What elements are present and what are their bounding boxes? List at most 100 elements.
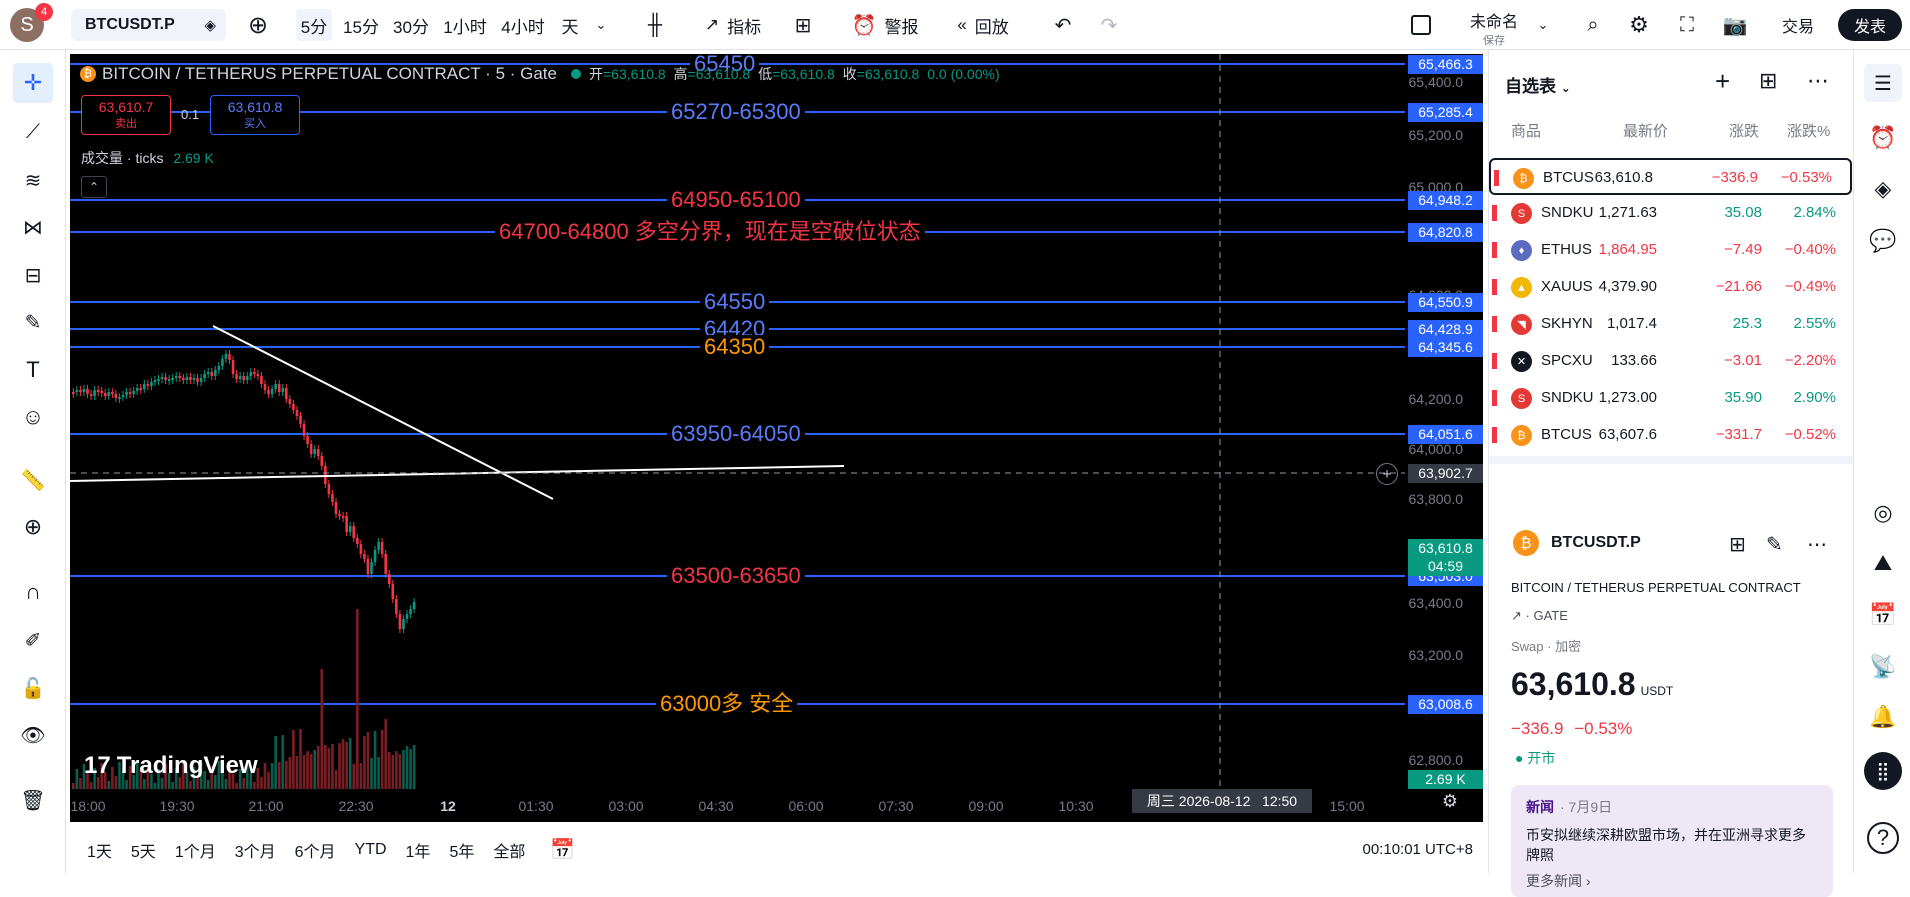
layout-box-icon[interactable]	[1408, 9, 1434, 41]
chat-bubble-icon[interactable]: 💬	[1864, 222, 1902, 260]
trade-button[interactable]: 交易	[1772, 9, 1824, 41]
advanced-view-icon[interactable]: ⊞	[1759, 68, 1777, 94]
row-flag-icon[interactable]	[1494, 170, 1499, 186]
row-flag-icon[interactable]	[1492, 316, 1497, 332]
news-card[interactable]: 新闻 · 7月9日 币安拟继续深耕欧盟市场，并在亚洲寻求更多牌照 更多新闻 ›	[1511, 785, 1833, 897]
interval-30m[interactable]: 30分	[389, 9, 433, 41]
watchlist-row[interactable]: S SNDKU 1,273.00 35.90 2.90%	[1489, 380, 1854, 417]
pattern-xabcd-icon[interactable]: ⋈	[13, 207, 53, 247]
crosshair-cursor-icon[interactable]: ✛	[13, 63, 53, 103]
trend-line-icon[interactable]: ⟋	[13, 112, 53, 152]
level-label[interactable]: 63950-64050	[667, 422, 805, 446]
row-flag-icon[interactable]	[1492, 242, 1497, 258]
notifications-bell-icon[interactable]: 🔔	[1864, 698, 1902, 736]
col-last[interactable]: 最新价	[1623, 120, 1668, 141]
goto-date-calendar-icon[interactable]: 📅	[550, 837, 575, 862]
add-symbol-plus-icon[interactable]: +	[1715, 66, 1730, 97]
screener-target-icon[interactable]: ◎	[1864, 494, 1902, 532]
brush-icon[interactable]: ✎	[13, 302, 53, 342]
col-change-pct[interactable]: 涨跌%	[1787, 120, 1830, 141]
level-label[interactable]: 63000多 安全	[656, 692, 798, 716]
ruler-measure-icon[interactable]: 📏	[13, 460, 53, 500]
fullscreen-icon[interactable]: ⛶	[1672, 9, 1702, 41]
forecast-tool-icon[interactable]: ⊟	[13, 255, 53, 295]
watchlist-title-button[interactable]: 自选表 ⌄	[1505, 72, 1571, 97]
buy-button[interactable]: 63,610.8 买入	[210, 95, 300, 135]
news-headline[interactable]: 币安拟继续深耕欧盟市场，并在亚洲寻求更多牌照	[1526, 825, 1818, 865]
volume-legend[interactable]: 成交量 · ticks 2.69 K	[81, 148, 214, 168]
fib-channel-icon[interactable]: ≋	[13, 160, 53, 200]
level-label[interactable]: 64550	[700, 290, 770, 314]
interval-1h[interactable]: 1小时	[440, 9, 490, 41]
zoom-in-icon[interactable]: ⊕	[13, 507, 53, 547]
publish-button[interactable]: 发表	[1838, 9, 1902, 41]
watchlist-row[interactable]: S SNDKU 1,271.63 35.08 2.84%	[1489, 195, 1854, 232]
details-symbol[interactable]: BTCUSDT.P	[1551, 534, 1641, 552]
compare-add-icon[interactable]: ⊕	[244, 9, 272, 41]
interval-4h[interactable]: 4小时	[497, 9, 549, 41]
products-apps-grid-icon[interactable]: ⣿	[1864, 752, 1902, 790]
magnet-icon[interactable]: ∩	[13, 572, 53, 612]
stay-drawing-pencil-icon[interactable]: ✐	[13, 620, 53, 660]
hide-drawings-eye-icon[interactable]: 👁	[13, 715, 53, 755]
watchlist-row[interactable]: ₿ BTCUS 63,607.6 −331.7 −0.52%	[1489, 417, 1854, 454]
alert-button[interactable]: ⏰ 警报	[848, 9, 922, 41]
sell-button[interactable]: 63,610.7 卖出	[81, 95, 171, 135]
more-news-link[interactable]: 更多新闻 ›	[1526, 871, 1818, 891]
range-1m[interactable]: 1个月	[175, 838, 216, 862]
settings-gear-icon[interactable]: ⚙	[1624, 9, 1654, 41]
range-1y[interactable]: 1年	[406, 838, 431, 862]
watchlist-row[interactable]: ₿ BTCUS 63,610.8 −336.9 −0.53%	[1489, 158, 1852, 195]
level-label[interactable]: 64350	[700, 335, 770, 359]
chart-settings-gear-icon[interactable]: ⚙	[1442, 791, 1458, 812]
level-label[interactable]: 63500-63650	[667, 564, 805, 588]
row-flag-icon[interactable]	[1492, 390, 1497, 406]
details-edit-icon[interactable]: ✎	[1766, 532, 1783, 557]
emoji-icon[interactable]: ☺	[13, 397, 53, 437]
level-label[interactable]: 64700-64800 多空分界，现在是空破位状态	[495, 220, 925, 244]
templates-grid-icon[interactable]: ⊞	[788, 9, 818, 41]
snapshot-camera-icon[interactable]: 📷	[1720, 9, 1750, 41]
alerts-clock-icon[interactable]: ⏰	[1864, 119, 1902, 157]
watchlist-row[interactable]: ✕ SPCXU 133.66 −3.01 −2.20%	[1489, 343, 1854, 380]
watchlist-row[interactable]: ♦ ETHUS 1,864.95 −7.49 −0.40%	[1489, 232, 1854, 269]
more-options-icon[interactable]: ⋯	[1807, 68, 1829, 94]
row-flag-icon[interactable]	[1492, 353, 1497, 369]
clock-timezone[interactable]: 00:10:01 UTC+8	[1363, 841, 1474, 858]
candle-style-icon[interactable]: ╫	[640, 9, 670, 41]
symbol-search-button[interactable]: BTCUSDT.P ◈	[71, 9, 226, 41]
row-flag-icon[interactable]	[1492, 279, 1497, 295]
range-3m[interactable]: 3个月	[235, 838, 276, 862]
details-exchange[interactable]: ↗ · GATE	[1511, 608, 1568, 624]
layout-name-button[interactable]: 未命名 保存	[1452, 8, 1536, 47]
chart-title[interactable]: BITCOIN / TETHERUS PERPETUAL CONTRACT · …	[102, 64, 557, 84]
interval-5m[interactable]: 5分	[296, 9, 332, 41]
level-label[interactable]: 65270-65300	[667, 100, 805, 124]
col-change[interactable]: 涨跌	[1729, 120, 1759, 141]
interval-15m[interactable]: 15分	[340, 9, 382, 41]
text-tool-icon[interactable]: T	[13, 350, 53, 390]
indicators-button[interactable]: ↗ 指标	[697, 9, 769, 41]
range-all[interactable]: 全部	[493, 838, 525, 862]
watchlist-icon[interactable]: ☰	[1864, 64, 1902, 102]
col-symbol[interactable]: 商品	[1511, 120, 1541, 141]
ideas-mountain-icon[interactable]: ⛰	[1864, 544, 1902, 582]
range-ytd[interactable]: YTD	[355, 841, 387, 859]
collapse-legend-icon[interactable]: ⌃	[81, 176, 107, 198]
row-flag-icon[interactable]	[1492, 205, 1497, 221]
range-5y[interactable]: 5年	[449, 838, 474, 862]
add-alert-plus-icon[interactable]: +	[1376, 463, 1398, 485]
range-6m[interactable]: 6个月	[295, 838, 336, 862]
watch-diamond-icon[interactable]: ◈	[204, 16, 216, 34]
watchlist-row[interactable]: ◥ SKHYN 1,017.4 25.3 2.55%	[1489, 306, 1854, 343]
streams-broadcast-icon[interactable]: 📡	[1864, 648, 1902, 686]
object-tree-layers-icon[interactable]: ◈	[1864, 170, 1902, 208]
remove-drawings-trash-icon[interactable]: 🗑	[13, 780, 53, 820]
undo-icon[interactable]: ↶	[1050, 9, 1076, 41]
interval-1d[interactable]: 天	[556, 9, 584, 41]
tradingview-watermark[interactable]: 17 TradingView	[84, 752, 258, 780]
row-flag-icon[interactable]	[1492, 427, 1497, 443]
redo-icon[interactable]: ↷	[1096, 9, 1122, 41]
interval-dropdown-icon[interactable]: ⌄	[590, 9, 612, 41]
details-layout-icon[interactable]: ⊞	[1729, 532, 1746, 557]
